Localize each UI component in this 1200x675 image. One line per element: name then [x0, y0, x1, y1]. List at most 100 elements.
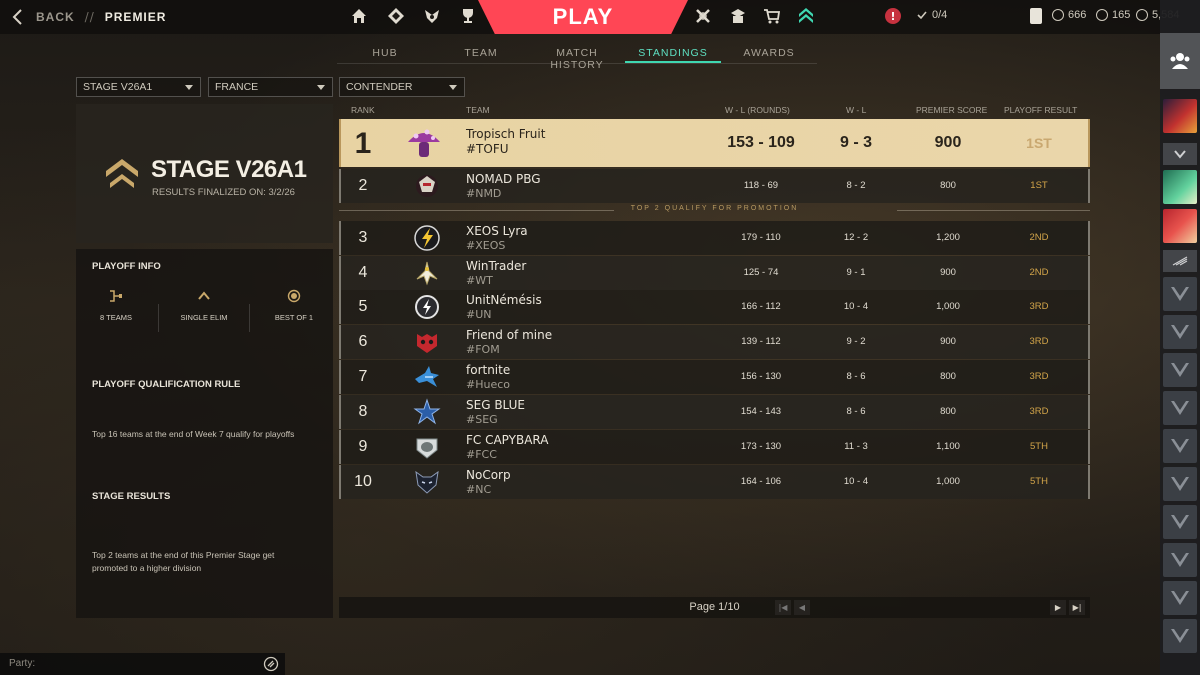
rounds-record: 166 - 112 — [741, 301, 781, 312]
region-dropdown[interactable]: FRANCE — [208, 77, 333, 97]
friend-avatar-offline[interactable] — [1163, 353, 1197, 387]
table-row[interactable]: 6 Friend of mine #FOM 139 - 112 9 - 2 90… — [339, 325, 1090, 359]
friend-avatar-offline[interactable] — [1163, 581, 1197, 615]
store-icon[interactable] — [763, 7, 781, 25]
team-name: NoCorp — [466, 468, 511, 482]
divider — [158, 304, 159, 332]
team-name: Friend of mine — [466, 328, 553, 342]
rounds-record: 179 - 110 — [741, 232, 781, 243]
friends-icon — [1170, 53, 1190, 69]
table-row[interactable]: 3 XEOS Lyra #XEOS 179 - 110 12 - 2 1,200… — [339, 221, 1090, 255]
premier-logo-icon — [106, 159, 138, 188]
row-accent — [1088, 256, 1090, 290]
team-tag: #SEG — [466, 413, 498, 426]
column-premier-score: PREMIER SCORE — [916, 105, 988, 115]
stage-finalized-date: RESULTS FINALIZED ON: 3/2/26 — [152, 187, 295, 198]
row-accent — [339, 119, 341, 167]
stat-format: SINGLE ELIM — [164, 289, 244, 322]
friend-avatar-offline[interactable] — [1163, 543, 1197, 577]
next-page-button[interactable]: ▶ — [1050, 600, 1066, 615]
friends-button[interactable] — [1160, 33, 1200, 89]
friend-avatar-offline[interactable] — [1163, 619, 1197, 653]
tab-hub[interactable]: HUB — [337, 42, 433, 63]
battlepass-icon[interactable] — [694, 7, 712, 25]
team-star-logo-icon — [413, 398, 441, 425]
party-chat-bar[interactable]: Party: — [0, 653, 285, 675]
collapse-icon[interactable] — [1163, 143, 1197, 165]
friend-avatar[interactable] — [1163, 99, 1197, 133]
alert-icon[interactable]: ! — [885, 8, 901, 24]
match-record: 9 - 1 — [846, 267, 866, 278]
career-icon[interactable] — [423, 7, 441, 25]
agents-icon[interactable] — [387, 7, 405, 25]
row-accent — [1088, 290, 1090, 324]
team-masked-figure-logo-icon — [416, 175, 438, 197]
qualification-rule-heading: PLAYOFF QUALIFICATION RULE — [92, 379, 241, 390]
friend-avatar-offline[interactable] — [1163, 467, 1197, 501]
missions-progress[interactable]: 0/4 — [916, 9, 947, 21]
playoff-result: 5TH — [1030, 476, 1048, 487]
friend-avatar-offline[interactable] — [1163, 429, 1197, 463]
friend-avatar[interactable] — [1163, 209, 1197, 243]
row-rank: 4 — [358, 264, 368, 281]
last-page-button[interactable]: ▶| — [1069, 600, 1085, 615]
table-row[interactable]: 10 NoCorp #NC 164 - 106 10 - 4 1,000 5TH — [339, 465, 1090, 499]
column-playoff-result: PLAYOFF RESULT — [1004, 105, 1078, 115]
chevron-down-icon — [449, 85, 457, 90]
friend-avatar-offline[interactable] — [1163, 315, 1197, 349]
premier-score: 1,000 — [936, 476, 960, 487]
tab-awards[interactable]: AWARDS — [721, 42, 817, 63]
table-row[interactable]: 9 FC CAPYBARA #FCC 173 - 130 11 - 3 1,10… — [339, 430, 1090, 464]
premier-score: 800 — [940, 371, 956, 382]
back-label: BACK — [36, 10, 75, 24]
rounds-record: 173 - 130 — [740, 441, 782, 452]
row-rank: 5 — [358, 298, 368, 315]
breadcrumb-current: PREMIER — [104, 10, 167, 24]
tab-standings[interactable]: STANDINGS — [625, 42, 721, 63]
offline-group-icon[interactable] — [1163, 250, 1197, 272]
rounds-record: 164 - 106 — [740, 476, 782, 487]
column-wl-rounds: W - L (ROUNDS) — [725, 105, 790, 115]
stat-series: BEST OF 1 — [254, 289, 334, 322]
premier-score: 900 — [940, 267, 956, 278]
radianite-points[interactable]: 165 — [1096, 9, 1130, 21]
pagination-bar: |◀ ◀ Page 1/10 ▶ ▶| — [339, 597, 1090, 618]
row-rank: 8 — [358, 403, 368, 420]
premier-icon[interactable] — [797, 7, 815, 25]
table-row-first-place[interactable]: 1 Tropisch Fruit #TOFU 153 - 109 9 - 3 9… — [339, 119, 1090, 167]
play-button[interactable]: PLAY — [478, 0, 688, 34]
rounds-record: 156 - 130 — [740, 371, 782, 382]
voice-chat-icon[interactable] — [263, 656, 279, 672]
back-button[interactable]: BACK // PREMIER — [10, 8, 166, 26]
table-row[interactable]: 8 SEG BLUE #SEG 154 - 143 8 - 6 800 3RD — [339, 395, 1090, 429]
friend-avatar-offline[interactable] — [1163, 277, 1197, 311]
table-row[interactable]: 2 NOMAD PBG #NMD 118 - 69 8 - 2 800 1ST — [339, 169, 1090, 203]
friend-avatar[interactable] — [1163, 170, 1197, 204]
kingdom-credits-icon — [1136, 9, 1148, 21]
contract-icon[interactable] — [1030, 8, 1042, 24]
table-row[interactable]: 7 fortnite #Hueco 156 - 130 8 - 6 800 3R… — [339, 360, 1090, 394]
premier-score: 900 — [940, 336, 956, 347]
playoff-result: 3RD — [1029, 301, 1049, 312]
tab-match-history[interactable]: MATCH HISTORY — [529, 42, 625, 71]
division-dropdown[interactable]: CONTENDER — [339, 77, 465, 97]
table-row[interactable]: 5 UnitNémésis #UN 166 - 112 10 - 4 1,000… — [339, 290, 1090, 324]
social-sidebar — [1160, 0, 1200, 675]
chevron-down-icon — [185, 85, 193, 90]
stat-format-label: SINGLE ELIM — [180, 313, 228, 322]
table-row[interactable]: 4 WinTrader #WT 125 - 74 9 - 1 900 2ND — [339, 256, 1090, 290]
home-icon[interactable] — [350, 7, 368, 25]
stage-dropdown[interactable]: STAGE V26A1 — [76, 77, 201, 97]
team-tag: #NC — [466, 483, 492, 496]
playoff-info-panel: PLAYOFF INFO 8 TEAMS SINGLE ELIM BEST OF… — [76, 249, 333, 618]
promotion-divider: TOP 2 QUALIFY FOR PROMOTION — [339, 202, 1090, 218]
match-record: 10 - 4 — [843, 301, 869, 312]
trophy-icon[interactable] — [459, 7, 477, 25]
valorant-points[interactable]: 666 — [1052, 9, 1086, 21]
friend-avatar-offline[interactable] — [1163, 505, 1197, 539]
team-fox-logo-icon — [415, 470, 439, 494]
collection-icon[interactable] — [729, 7, 747, 25]
tab-team[interactable]: TEAM — [433, 42, 529, 63]
friend-avatar-offline[interactable] — [1163, 391, 1197, 425]
chevron-down-icon — [317, 85, 325, 90]
